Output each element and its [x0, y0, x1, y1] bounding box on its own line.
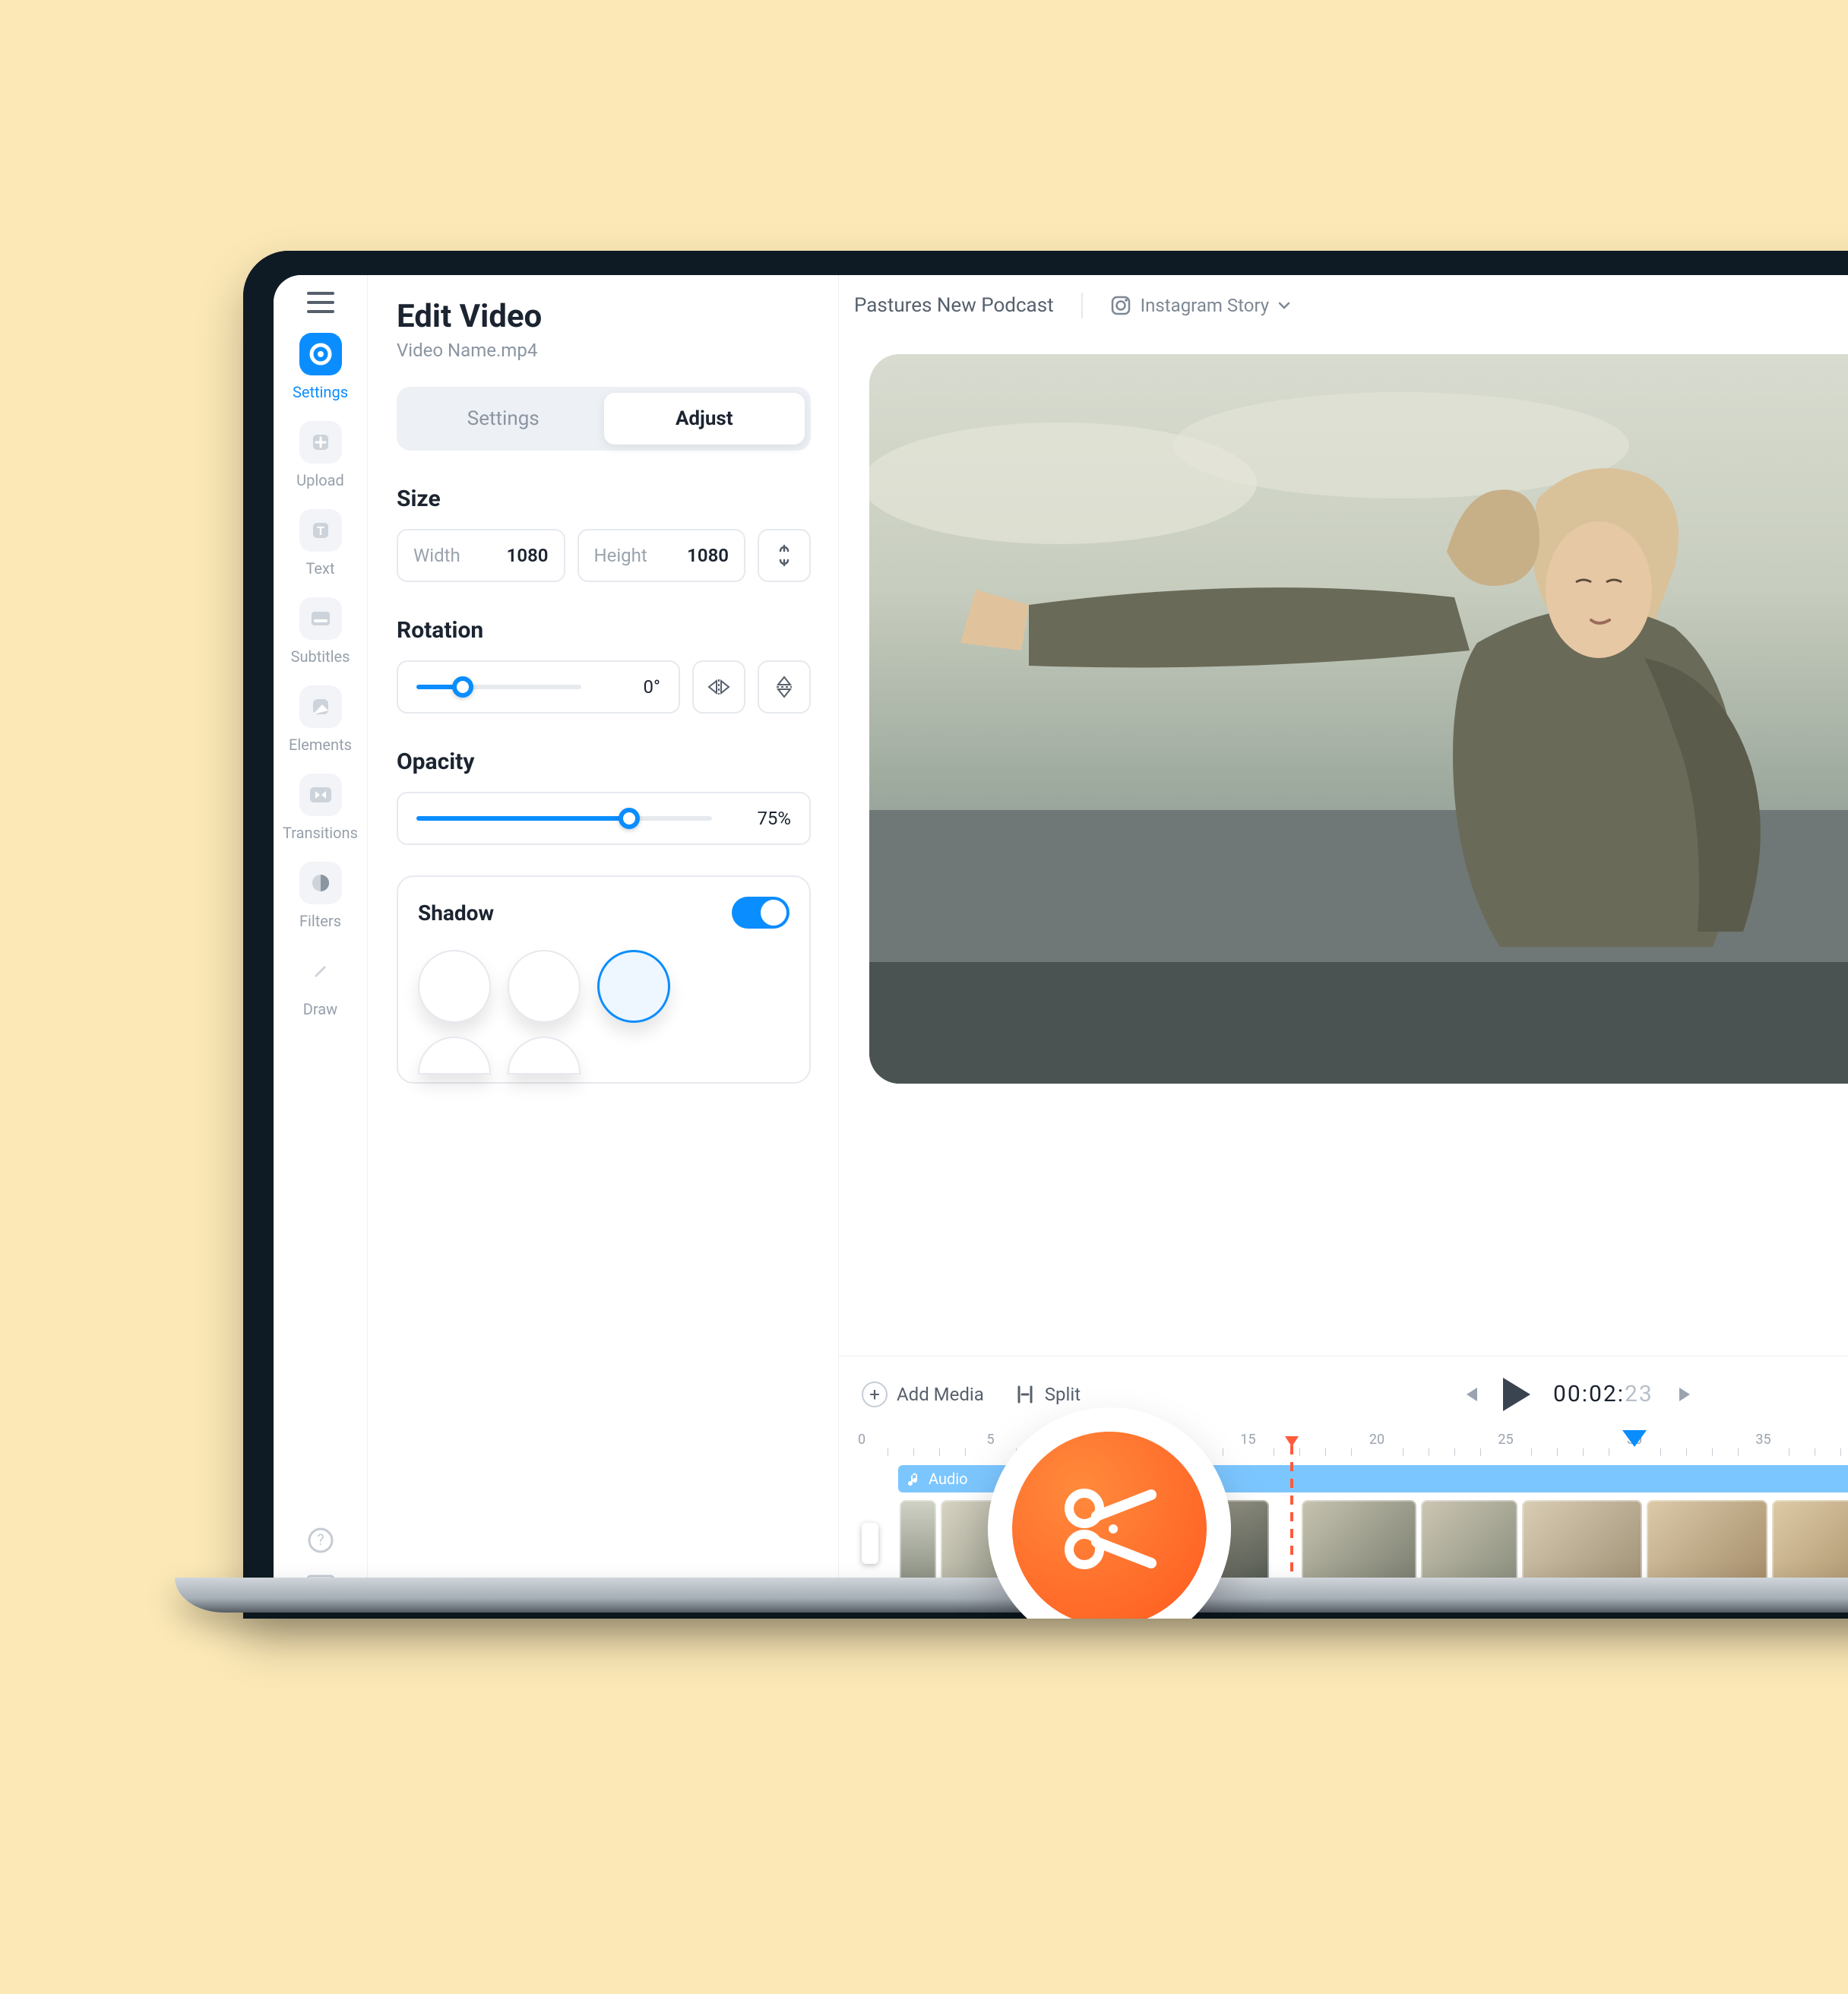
- ruler-label: 5: [986, 1432, 994, 1448]
- sidebar-item-label: Text: [305, 559, 334, 578]
- flip-vertical-button[interactable]: [758, 660, 811, 714]
- opacity-title: Opacity: [397, 749, 811, 775]
- zoom-marker[interactable]: [1622, 1430, 1647, 1447]
- audio-label: Audio: [929, 1470, 968, 1488]
- chevron-down-icon: [1278, 302, 1290, 309]
- clip[interactable]: [900, 1500, 936, 1584]
- tab-switcher: Settings Adjust: [397, 387, 811, 451]
- shadow-swatch[interactable]: [508, 950, 581, 1023]
- settings-icon: [299, 333, 342, 375]
- clip[interactable]: [1647, 1500, 1767, 1584]
- ruler-label: 35: [1755, 1432, 1770, 1448]
- split-icon: [1014, 1384, 1036, 1405]
- ruler-label: 20: [1369, 1432, 1384, 1448]
- audio-icon: [907, 1472, 921, 1486]
- rotation-slider[interactable]: 0°: [397, 660, 680, 714]
- video-preview[interactable]: [869, 354, 1848, 1084]
- tab-settings[interactable]: Settings: [403, 393, 604, 445]
- divider: [1081, 293, 1083, 318]
- sidebar-item-filters[interactable]: Filters: [274, 862, 367, 930]
- elements-icon: [299, 685, 342, 728]
- sidebar-item-text[interactable]: T Text: [274, 509, 367, 578]
- scissors-icon: [1052, 1472, 1166, 1586]
- draw-icon: [299, 950, 342, 992]
- sidebar-item-label: Filters: [299, 912, 341, 930]
- sidebar-item-label: Settings: [293, 383, 348, 401]
- sidebar-item-label: Draw: [303, 1000, 337, 1018]
- ruler[interactable]: 0510152025303540: [862, 1432, 1848, 1462]
- format-label: Instagram Story: [1141, 295, 1270, 316]
- skip-forward-button[interactable]: [1676, 1385, 1696, 1404]
- shadow-swatch[interactable]: [508, 1037, 581, 1075]
- opacity-value: 75%: [730, 808, 791, 829]
- shadow-swatch[interactable]: [418, 950, 491, 1023]
- width-label: Width: [413, 545, 460, 566]
- timecode: 00:02:23: [1553, 1381, 1653, 1407]
- clip[interactable]: [1522, 1500, 1642, 1584]
- project-name: Pastures New Podcast: [854, 294, 1054, 317]
- edit-panel: Edit Video Video Name.mp4 Settings Adjus…: [368, 275, 839, 1619]
- size-title: Size: [397, 486, 811, 512]
- sidebar-item-upload[interactable]: Upload: [274, 421, 367, 489]
- svg-text:?: ?: [317, 1530, 324, 1549]
- plus-icon: +: [862, 1382, 888, 1407]
- clip[interactable]: [1421, 1500, 1517, 1584]
- transitions-icon: [299, 774, 342, 816]
- main-area: Pastures New Podcast Instagram Story: [839, 275, 1848, 1619]
- svg-text:T: T: [317, 524, 324, 538]
- sidebar-item-elements[interactable]: Elements: [274, 685, 367, 754]
- menu-icon[interactable]: [307, 292, 334, 313]
- tab-adjust[interactable]: Adjust: [604, 393, 805, 445]
- shadow-swatch[interactable]: [418, 1037, 491, 1075]
- width-value: 1080: [507, 545, 549, 566]
- shadow-title: Shadow: [418, 900, 494, 926]
- sidebar-item-label: Transitions: [283, 824, 358, 842]
- shadow-swatch[interactable]: [597, 950, 670, 1023]
- file-name: Video Name.mp4: [397, 340, 811, 361]
- height-label: Height: [594, 545, 647, 566]
- help-icon[interactable]: ?: [308, 1527, 334, 1553]
- sidebar-item-draw[interactable]: Draw: [274, 950, 367, 1018]
- sidebar-item-settings[interactable]: Settings: [274, 333, 367, 401]
- sidebar-item-subtitles[interactable]: Subtitles: [274, 597, 367, 666]
- split-label: Split: [1045, 1384, 1081, 1405]
- height-value: 1080: [687, 545, 729, 566]
- sidebar-item-label: Subtitles: [291, 647, 350, 666]
- sidebar-item-label: Upload: [296, 471, 344, 489]
- rotation-value: 0°: [600, 676, 660, 698]
- timeline-toolbar: + Add Media Split 00:02:23: [839, 1356, 1848, 1432]
- sidebar-item-label: Elements: [289, 736, 352, 754]
- clip[interactable]: [1772, 1500, 1848, 1584]
- rotation-title: Rotation: [397, 617, 811, 644]
- topbar: Pastures New Podcast Instagram Story: [839, 275, 1848, 336]
- timecode-frames: 23: [1625, 1381, 1653, 1407]
- upload-icon: [299, 421, 342, 464]
- text-icon: T: [299, 509, 342, 552]
- add-media-label: Add Media: [897, 1384, 984, 1405]
- instagram-icon: [1110, 295, 1131, 316]
- shadow-toggle[interactable]: [732, 897, 790, 929]
- filters-icon: [299, 862, 342, 904]
- sidebar: Settings Upload T Text Subtitles: [274, 275, 368, 1619]
- timecode-main: 00:02:: [1553, 1381, 1625, 1407]
- panel-title: Edit Video: [397, 298, 811, 335]
- ruler-label: 15: [1240, 1432, 1255, 1448]
- trim-handle[interactable]: [862, 1523, 878, 1564]
- play-button[interactable]: [1503, 1378, 1530, 1411]
- width-field[interactable]: Width 1080: [397, 529, 565, 582]
- split-button[interactable]: Split: [1014, 1384, 1081, 1405]
- shadow-card: Shadow: [397, 875, 811, 1084]
- add-media-button[interactable]: + Add Media: [862, 1382, 984, 1407]
- format-dropdown[interactable]: Instagram Story: [1110, 295, 1291, 316]
- ruler-label: 25: [1498, 1432, 1513, 1448]
- ruler-label: 0: [858, 1432, 865, 1448]
- height-field[interactable]: Height 1080: [578, 529, 746, 582]
- subtitles-icon: [299, 597, 342, 640]
- sidebar-item-transitions[interactable]: Transitions: [274, 774, 367, 842]
- skip-back-button[interactable]: [1460, 1385, 1480, 1404]
- flip-horizontal-button[interactable]: [692, 660, 745, 714]
- opacity-slider[interactable]: 75%: [397, 792, 811, 845]
- link-dimensions-button[interactable]: [758, 529, 811, 582]
- clip[interactable]: [1302, 1500, 1416, 1584]
